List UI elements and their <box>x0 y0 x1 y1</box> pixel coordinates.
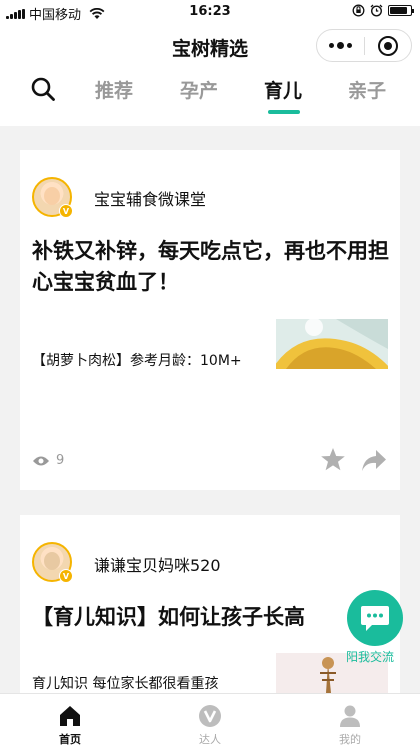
bottom-nav-experts[interactable]: 达人 <box>140 694 280 747</box>
avatar[interactable]: V <box>32 542 73 583</box>
close-target-icon <box>377 35 398 56</box>
more-button[interactable] <box>317 41 364 49</box>
post-card[interactable]: V 谦谦宝贝妈咪520 【育儿知识】如何让孩子长高 育儿知识 每位家长都很看重孩 <box>20 515 400 693</box>
category-tabs: 推荐 孕产 育儿 亲子 <box>0 68 420 126</box>
share-icon[interactable] <box>361 448 387 474</box>
tab-family[interactable]: 亲子 <box>348 76 386 103</box>
chat-float-label[interactable]: 阳我交流 <box>346 648 394 665</box>
view-count: 9 <box>32 453 64 468</box>
status-right <box>352 4 414 17</box>
home-icon <box>60 706 80 726</box>
post-title[interactable]: 【育儿知识】如何让孩子长高 <box>32 602 390 633</box>
verified-badge-icon: V <box>59 204 73 218</box>
eye-icon <box>33 456 49 465</box>
bottom-nav-mine[interactable]: 我的 <box>280 694 420 747</box>
tab-parenting[interactable]: 育儿 <box>264 76 302 103</box>
active-tab-indicator <box>268 110 300 114</box>
post-author[interactable]: 宝宝辅食微课堂 <box>94 186 206 210</box>
chat-float-button[interactable] <box>347 590 403 646</box>
post-summary: 【胡萝卜肉松】参考月龄：10M+ <box>32 353 242 369</box>
verified-badge-icon: V <box>59 569 73 583</box>
post-author[interactable]: 谦谦宝贝妈咪520 <box>94 552 221 576</box>
status-bar: 中国移动 16:23 <box>0 0 420 24</box>
bottom-nav-label: 首页 <box>59 733 81 746</box>
bottom-nav-label: 达人 <box>199 733 221 746</box>
thumbnail-food-image <box>276 319 388 369</box>
avatar-face <box>44 552 60 570</box>
rotation-lock-icon <box>352 4 365 17</box>
avatar-face <box>44 187 60 205</box>
nav-bar: 宝树精选 <box>0 24 420 68</box>
person-icon <box>340 705 360 727</box>
battery-icon <box>388 5 414 16</box>
view-count-value: 9 <box>56 453 65 468</box>
star-icon[interactable] <box>320 447 346 473</box>
tab-pregnancy[interactable]: 孕产 <box>180 76 218 103</box>
alarm-icon <box>370 4 383 17</box>
post-card[interactable]: V 宝宝辅食微课堂 补铁又补锌，每天吃点它，再也不用担心宝宝贫血了！ 【胡萝卜肉… <box>20 150 400 490</box>
tab-recommend[interactable]: 推荐 <box>95 76 133 103</box>
avatar[interactable]: V <box>32 177 73 218</box>
close-button[interactable] <box>364 35 411 56</box>
expert-v-icon <box>199 705 221 727</box>
post-title[interactable]: 补铁又补锌，每天吃点它，再也不用担心宝宝贫血了！ <box>32 236 390 298</box>
chat-bubble-icon <box>361 606 389 631</box>
mini-program-capsule <box>316 29 412 62</box>
search-icon[interactable] <box>30 76 56 102</box>
bottom-nav-label: 我的 <box>339 733 361 746</box>
bottom-nav: 首页 达人 我的 <box>0 693 420 747</box>
bottom-nav-home[interactable]: 首页 <box>0 694 140 747</box>
post-thumbnail[interactable] <box>276 319 388 369</box>
